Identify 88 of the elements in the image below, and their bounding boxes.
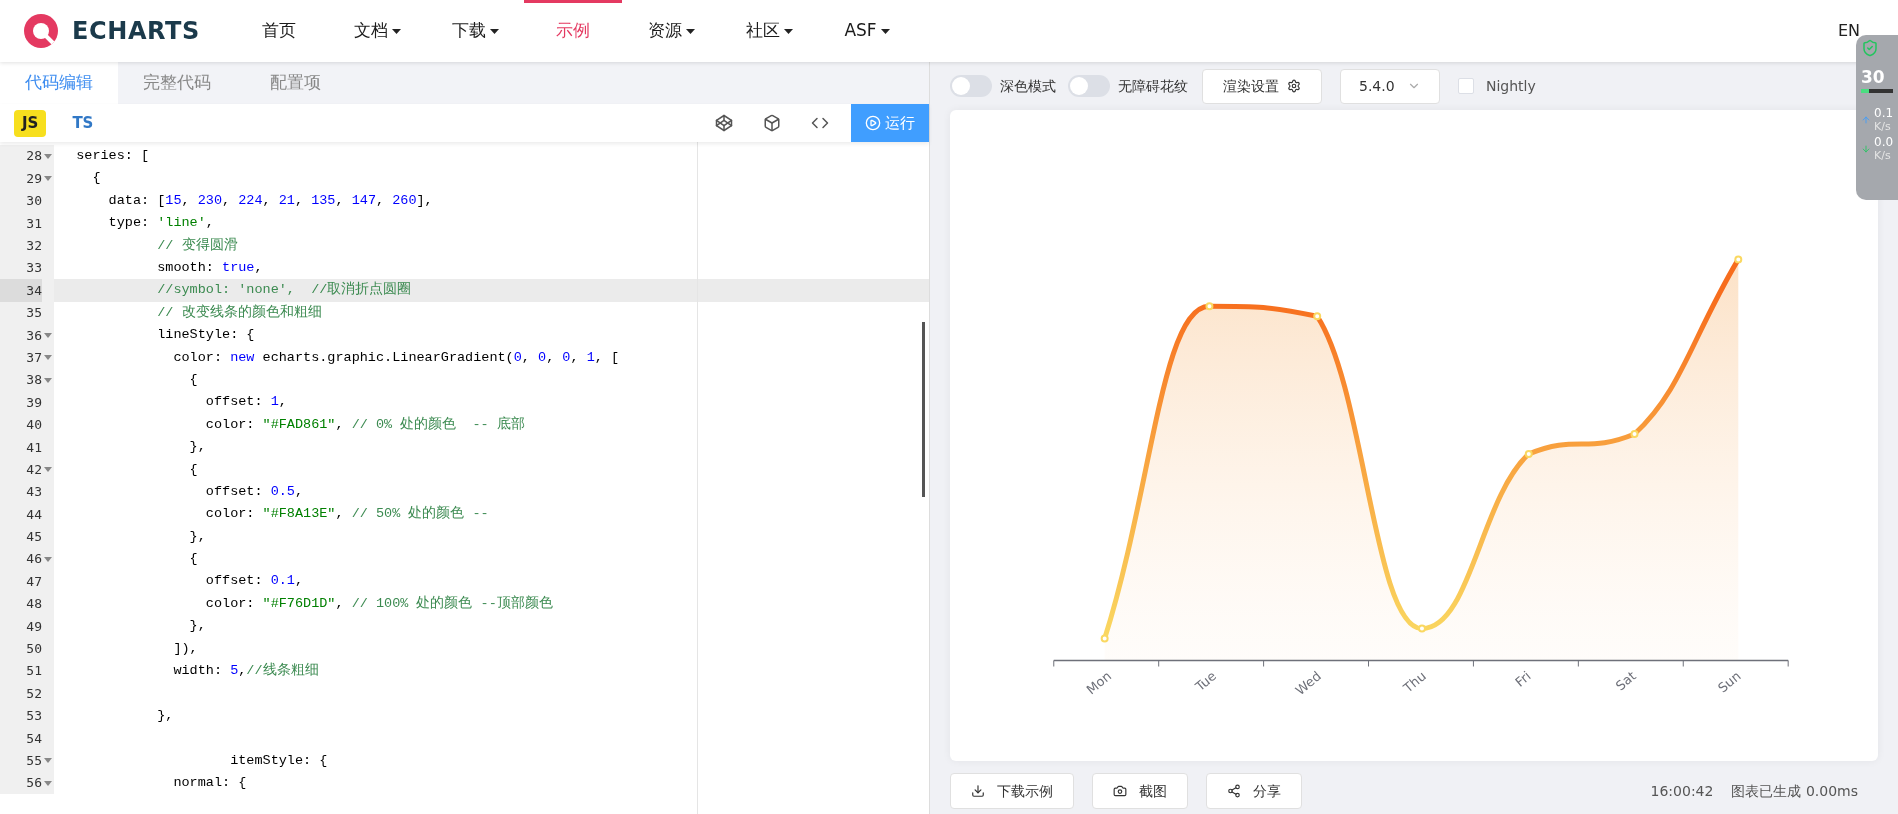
- code-line: normal: {: [172, 774, 247, 792]
- action-button[interactable]: 分享: [1206, 773, 1302, 809]
- line-number: 38: [25, 371, 42, 390]
- line-number: 41: [25, 438, 42, 457]
- axis-label: Sat: [1612, 668, 1639, 694]
- line-number: 34: [0, 279, 42, 302]
- nav-item[interactable]: 首页: [230, 0, 328, 62]
- line-number: 39: [25, 393, 42, 412]
- line-number: 36: [25, 326, 42, 345]
- render-time: 16:00:42: [1650, 781, 1714, 801]
- code-line: smooth: true,: [156, 259, 263, 277]
- code-line: color: new echarts.graphic.LinearGradient(0, 0, 0, 1, [: [172, 348, 620, 367]
- language-tab[interactable]: TS: [64, 109, 102, 137]
- brand-name[interactable]: ECHARTS: [72, 13, 200, 49]
- axis-label: Tue: [1192, 668, 1220, 694]
- axis-label: Sun: [1715, 668, 1744, 696]
- line-number: 43: [25, 483, 42, 502]
- line-number: 51: [25, 662, 42, 681]
- code-line: offset: 1,: [204, 393, 287, 412]
- code-line: data: [15, 230, 224, 21, 135, 147, 260],: [107, 191, 433, 210]
- download-speed: 0.0: [1874, 135, 1894, 149]
- render-settings-button[interactable]: 渲染设置: [1202, 68, 1322, 104]
- line-number: 44: [25, 505, 42, 524]
- line-number: 29: [25, 169, 42, 188]
- axis-label: Mon: [1083, 668, 1115, 698]
- upload-speed: 0.1: [1874, 106, 1894, 120]
- code-line: offset: 0.1,: [204, 572, 304, 591]
- code-line: {: [188, 550, 198, 569]
- editor-tab[interactable]: 代码编辑: [0, 62, 118, 104]
- code-line: },: [188, 527, 206, 546]
- toggle-label: 深色模式: [1000, 76, 1056, 96]
- nav-item[interactable]: 下载: [426, 0, 524, 62]
- axis-label: Thu: [1400, 668, 1429, 696]
- line-number: 50: [25, 640, 42, 659]
- upload-unit: K/s: [1874, 120, 1892, 134]
- line-number: 52: [25, 684, 42, 703]
- action-button[interactable]: 截图: [1092, 773, 1188, 809]
- version-select[interactable]: 5.4.0: [1340, 68, 1440, 104]
- line-number: 49: [25, 617, 42, 636]
- line-number: 54: [25, 729, 42, 748]
- language-tab[interactable]: JS: [14, 109, 47, 137]
- code-line: // 变得圆滑: [156, 236, 238, 255]
- line-number: 32: [25, 237, 42, 255]
- line-number: 55: [25, 752, 42, 770]
- action-button[interactable]: 下载示例: [950, 773, 1074, 809]
- toggle-label: 无障碍花纹: [1118, 76, 1188, 96]
- nav-item[interactable]: ASF: [818, 0, 916, 62]
- code-line: lineStyle: {: [156, 326, 255, 345]
- code-line: color: "#F76D1D", // 100% 处的颜色 --顶部颜色: [204, 594, 553, 613]
- nav-item[interactable]: 文档: [328, 0, 426, 62]
- line-number: 48: [25, 595, 42, 614]
- line-number: 28: [25, 147, 42, 166]
- code-line: color: "#FAD861", // 0% 处的颜色 -- 底部: [204, 415, 525, 434]
- render-status: 图表已生成 0.00ms: [1731, 781, 1858, 801]
- line-number: 37: [25, 348, 42, 367]
- code-line: },: [188, 617, 206, 636]
- code-line: //symbol: 'none', //取消折点圆圈: [156, 280, 412, 300]
- code-line: type: 'line',: [107, 214, 214, 233]
- code-line: {: [91, 169, 101, 188]
- code-line: },: [188, 438, 206, 457]
- language-link[interactable]: EN: [1837, 19, 1860, 43]
- line-number: 33: [25, 259, 42, 278]
- line-number: 31: [25, 214, 42, 233]
- code-line: series: [: [75, 147, 150, 166]
- code-line: ]),: [172, 639, 198, 658]
- nav-item[interactable]: 资源: [622, 0, 720, 62]
- line-number: 42: [25, 460, 42, 479]
- axis-label: Fri: [1512, 668, 1534, 690]
- download-unit: K/s: [1874, 149, 1892, 163]
- code-line: // 改变线条的颜色和粗细: [156, 303, 322, 322]
- line-number: 53: [25, 707, 42, 726]
- line-number: 35: [25, 304, 42, 323]
- code-line: {: [188, 370, 198, 389]
- line-number: 46: [25, 550, 42, 569]
- nav-item[interactable]: 社区: [720, 0, 818, 62]
- code-line: },: [156, 706, 174, 725]
- line-number: 45: [25, 528, 42, 547]
- code-line: color: "#F8A13E", // 50% 处的颜色 --: [204, 504, 489, 524]
- line-number: 56: [25, 774, 42, 793]
- monitor-value: 30: [1861, 66, 1886, 88]
- line-number: 30: [25, 192, 42, 211]
- code-line: width: 5,//线条粗细: [172, 661, 319, 681]
- line-number: 47: [25, 572, 42, 591]
- code-line: offset: 0.5,: [204, 482, 304, 501]
- code-line: {: [188, 460, 198, 479]
- line-number: 40: [25, 416, 42, 435]
- nightly-label: Nightly: [1486, 76, 1536, 96]
- code-line: itemStyle: {: [229, 751, 328, 770]
